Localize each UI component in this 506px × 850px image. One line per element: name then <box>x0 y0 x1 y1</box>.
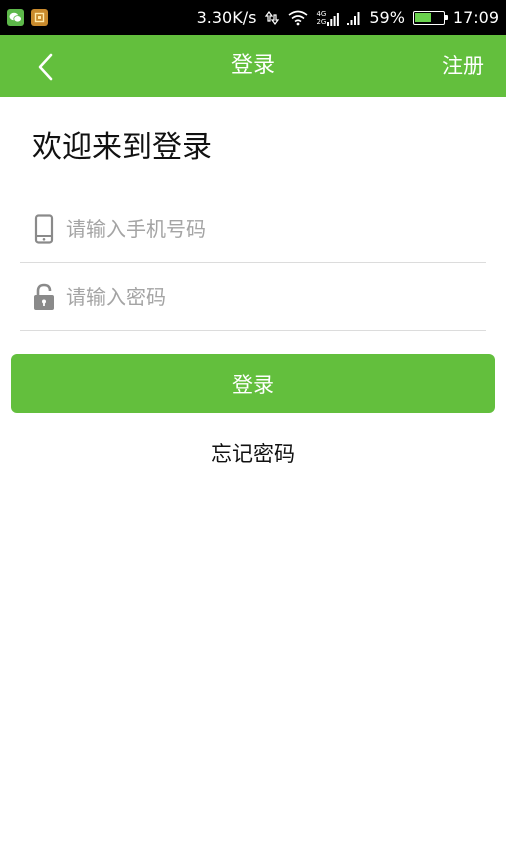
app-notification-icon <box>31 9 48 26</box>
password-input[interactable] <box>66 276 446 317</box>
chevron-left-icon <box>38 53 53 81</box>
wifi-icon <box>288 10 308 25</box>
phone-input[interactable] <box>66 208 446 249</box>
lock-icon <box>32 281 56 313</box>
password-field-row <box>20 263 486 331</box>
signal-bars-sim2-icon <box>347 11 360 25</box>
forgot-password-row: 忘记密码 <box>0 438 506 468</box>
phone-icon <box>32 213 56 245</box>
network-label-top: 4G <box>316 9 327 18</box>
status-bar: 3.30K/s 4G 2G 59% 17:09 <box>0 0 506 35</box>
cellular-signal-4g: 4G 2G <box>316 9 340 26</box>
clock: 17:09 <box>452 8 499 27</box>
battery-level <box>415 13 432 22</box>
data-transfer-icon <box>265 10 280 25</box>
status-bar-system: 3.30K/s 4G 2G 59% 17:09 <box>197 8 506 27</box>
status-bar-notifications <box>0 9 48 26</box>
wechat-icon <box>7 9 24 26</box>
network-label-bottom: 2G <box>316 17 327 26</box>
network-speed: 3.30K/s <box>196 8 257 27</box>
welcome-heading: 欢迎来到登录 <box>32 130 212 165</box>
forgot-password-link[interactable]: 忘记密码 <box>211 442 295 466</box>
battery-icon <box>412 10 448 25</box>
page-title: 登录 <box>230 53 275 78</box>
battery-percent: 59% <box>369 8 405 27</box>
signal-bars-icon <box>327 12 340 26</box>
login-button[interactable]: 登录 <box>11 354 495 413</box>
register-button[interactable]: 注册 <box>442 35 484 97</box>
phone-field-row <box>20 195 486 263</box>
nav-bar: 登录 注册 <box>0 35 506 97</box>
back-button[interactable] <box>28 49 64 85</box>
